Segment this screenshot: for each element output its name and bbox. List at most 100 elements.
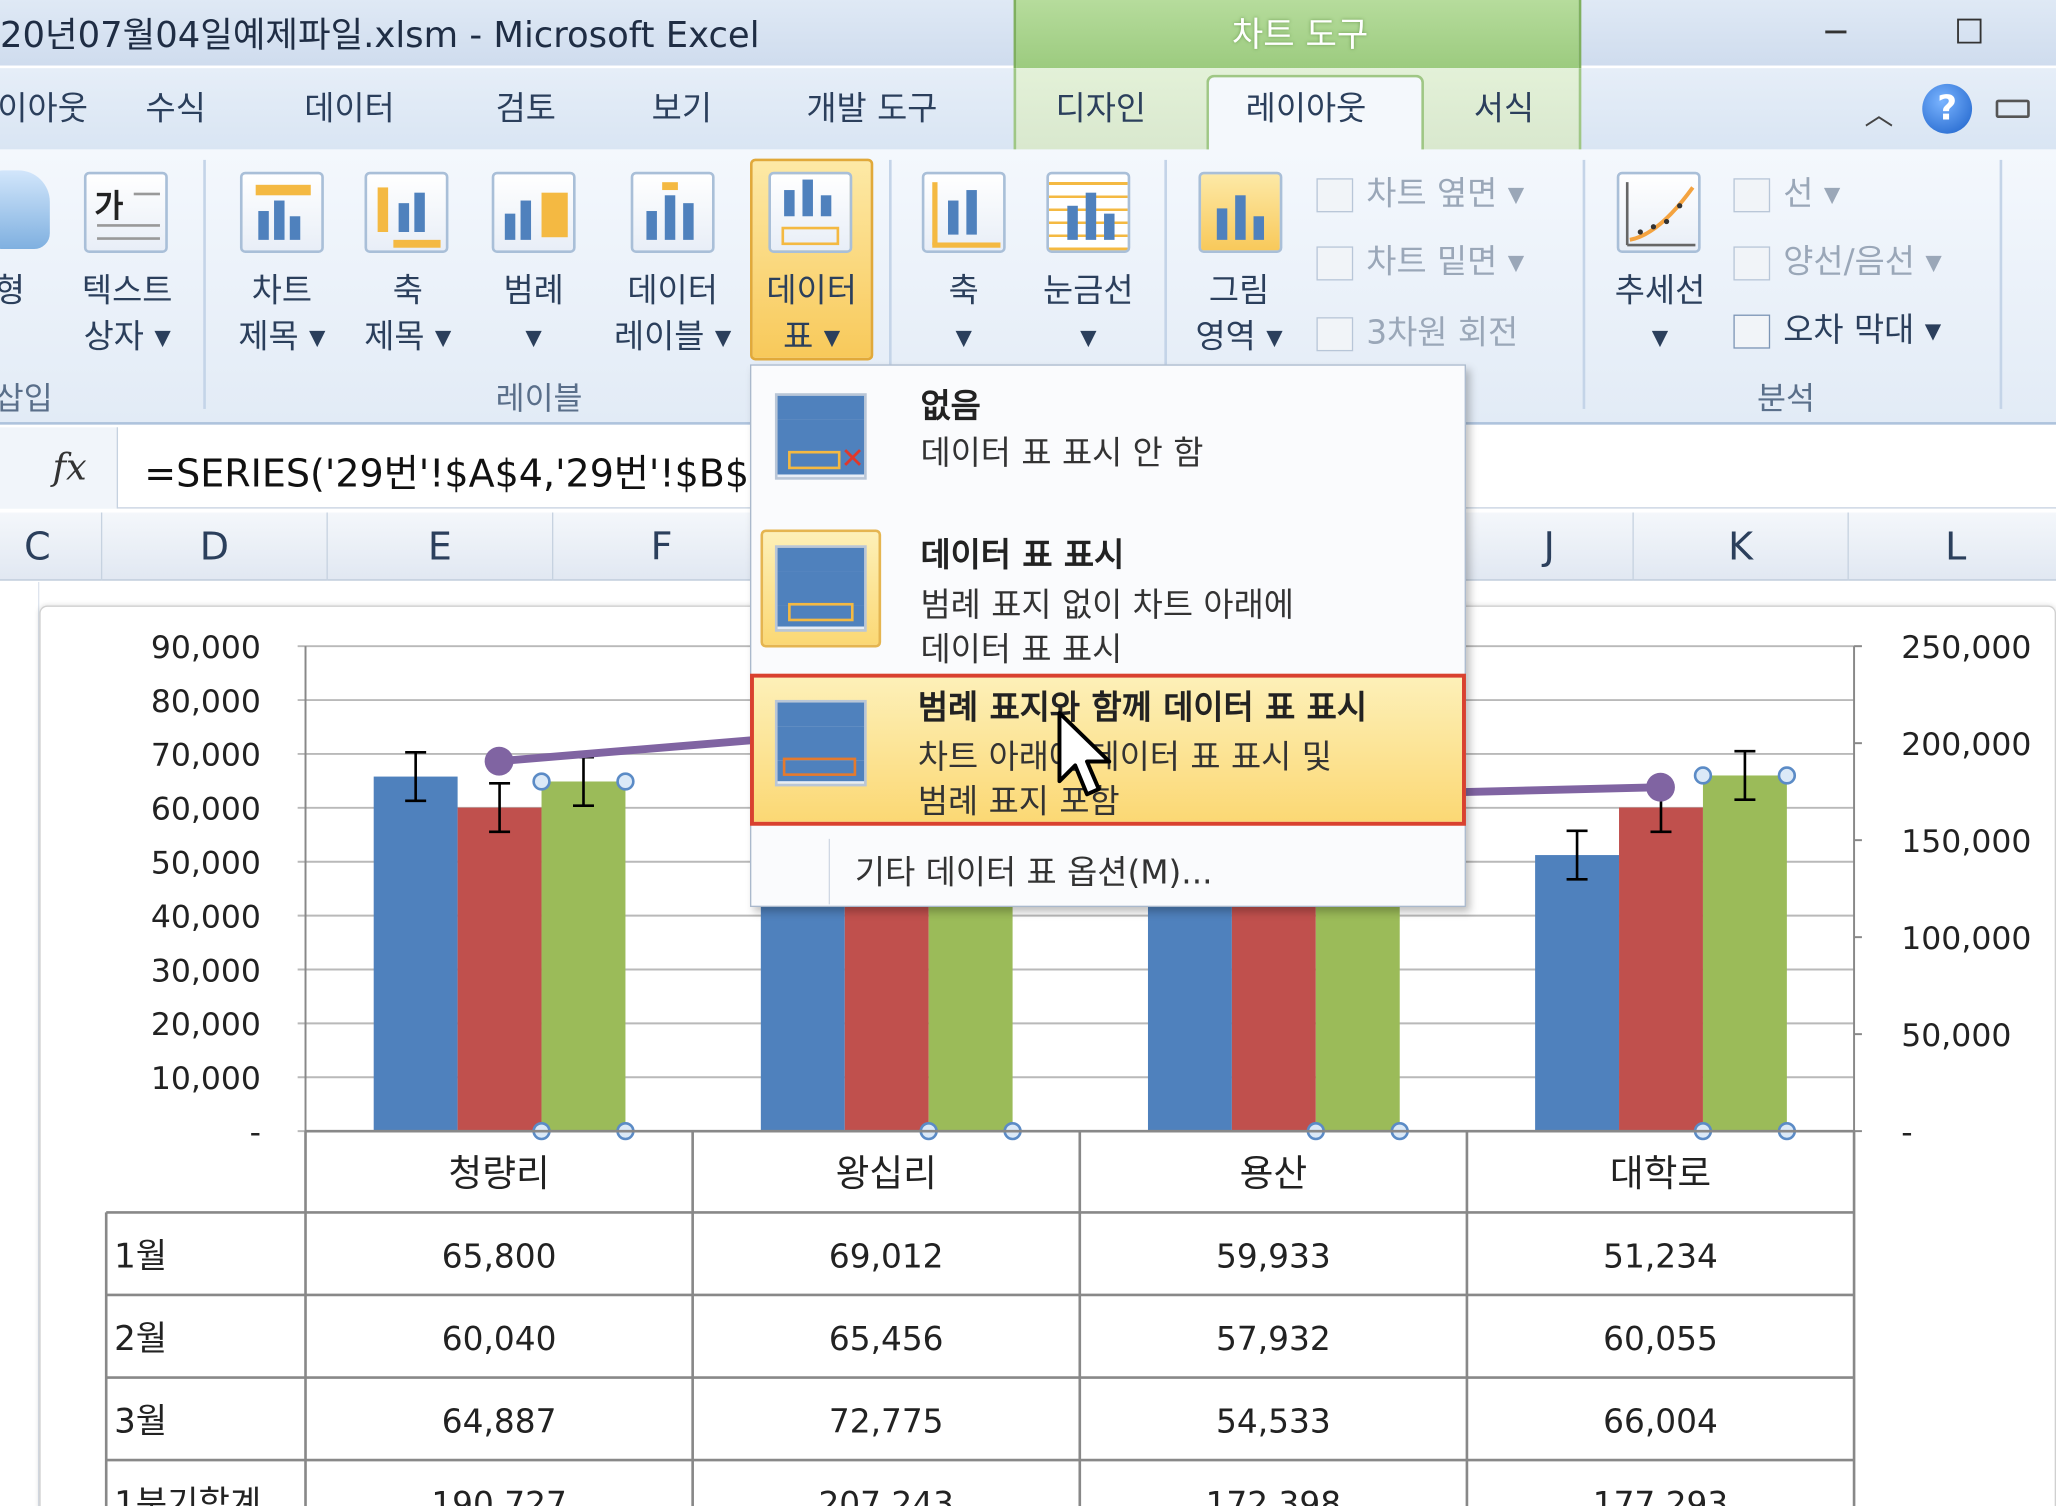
tab-view[interactable]: 보기: [652, 83, 712, 130]
error-bars-button[interactable]: 오차 막대 ▾: [1733, 304, 1941, 351]
more-data-table-options[interactable]: 기타 데이터 표 옵션(M)...: [855, 847, 1213, 894]
textbox-label-2[interactable]: 상자 ▾: [73, 315, 181, 360]
table-cell: 69,012: [829, 1237, 944, 1275]
icon-bar: [377, 187, 389, 232]
lines-label: 선 ▾: [1783, 174, 1841, 213]
column-header-d[interactable]: D: [102, 512, 328, 581]
line-marker[interactable]: [484, 746, 514, 776]
column-header-j[interactable]: J: [1466, 512, 1634, 581]
legend-icon[interactable]: [491, 171, 576, 253]
plot-area-label-1[interactable]: 그림: [1180, 269, 1298, 314]
table-cell: 72,775: [829, 1403, 944, 1441]
tab-page-layout[interactable]: 이아웃: [0, 83, 88, 130]
tab-formulas[interactable]: 수식: [146, 83, 206, 130]
selection-handle[interactable]: [532, 772, 551, 791]
shape-icon[interactable]: [0, 170, 50, 250]
icon-bar: [504, 213, 516, 240]
gridlines-label-1[interactable]: 눈금선: [1023, 269, 1154, 314]
tab-developer[interactable]: 개발 도구: [806, 83, 937, 130]
data-labels-label-1[interactable]: 데이터: [601, 269, 745, 314]
legend-label-1[interactable]: 범례: [475, 269, 593, 314]
legend-label-2[interactable]: ▾: [475, 315, 593, 360]
icon-bar: [777, 547, 865, 572]
gridlines-label-2[interactable]: ▾: [1023, 315, 1154, 360]
option-show-desc-1[interactable]: 범례 표지 없이 차트 아래에: [920, 579, 1293, 626]
help-icon[interactable]: ?: [1922, 83, 1973, 134]
selection-handle[interactable]: [1693, 766, 1713, 785]
textbox-icon-glyph: 가: [94, 187, 124, 225]
tab-format[interactable]: 서식: [1474, 83, 1534, 130]
data-labels-label-2[interactable]: 레이블 ▾: [601, 315, 745, 360]
formula-text[interactable]: =SERIES('29번'!$A$4,'29번'!$B$: [144, 443, 749, 498]
axes-label-1[interactable]: 축: [905, 269, 1023, 314]
table-row-label: 3월: [114, 1402, 167, 1442]
chart-title-icon[interactable]: [239, 171, 324, 253]
y2-tick-label: 200,000: [1901, 727, 2031, 763]
error-bars-icon: [1733, 314, 1771, 349]
option-show-with-legend-desc-1[interactable]: 차트 아래에 데이터 표 표시 및: [918, 731, 1332, 778]
bar-1[interactable]: [373, 776, 458, 1132]
column-header-k[interactable]: K: [1634, 512, 1849, 581]
trendline-icon[interactable]: [1616, 171, 1701, 253]
collapse-ribbon-icon[interactable]: ︿: [1865, 92, 1894, 134]
updown-bars-button: 양선/음선 ▾: [1733, 236, 1942, 283]
y-tick-label: 20,000: [151, 1007, 261, 1043]
chart-floor-label: 차트 밑면 ▾: [1366, 242, 1525, 281]
plot-area-label-2[interactable]: 영역 ▾: [1180, 315, 1298, 360]
option-none-desc[interactable]: 데이터 표 표시 안 함: [920, 427, 1203, 474]
column-header-f[interactable]: F: [553, 512, 771, 581]
textbox-icon[interactable]: 가: [83, 171, 168, 253]
option-show-with-legend-title[interactable]: 범례 표지와 함께 데이터 표 표시: [918, 682, 1367, 729]
line-marker[interactable]: [1646, 772, 1675, 802]
bar-2[interactable]: [457, 807, 542, 1132]
selection-handle[interactable]: [616, 772, 635, 791]
y-tick-label: 50,000: [151, 846, 261, 882]
icon-bar: [664, 195, 676, 240]
trendline-label-2[interactable]: ▾: [1594, 315, 1725, 360]
column-header-c[interactable]: C: [0, 512, 103, 581]
bar-3[interactable]: [1702, 775, 1787, 1132]
shape-button-label[interactable]: 형: [0, 269, 25, 314]
data-labels-icon[interactable]: [630, 171, 715, 253]
tab-layout[interactable]: 레이아웃: [1246, 83, 1367, 130]
textbox-icon-line: [133, 192, 160, 196]
data-table-label-2[interactable]: 표 ▾: [750, 315, 873, 360]
category-label: 청량리: [448, 1152, 549, 1195]
bar-2[interactable]: [1619, 807, 1703, 1132]
column-header-l[interactable]: L: [1849, 512, 2056, 580]
icon-bar: [1253, 216, 1265, 240]
error-bars-label[interactable]: 오차 막대 ▾: [1783, 311, 1941, 349]
tab-data[interactable]: 데이터: [304, 83, 394, 130]
data-table-icon[interactable]: [768, 171, 853, 253]
table-cell: 60,055: [1603, 1320, 1718, 1358]
data-table-label-1[interactable]: 데이터: [750, 269, 873, 314]
plot-area-icon[interactable]: [1198, 171, 1283, 253]
bar-3[interactable]: [541, 781, 626, 1132]
bar-1[interactable]: [1535, 855, 1620, 1132]
show-data-table-icon: [774, 545, 867, 632]
tab-review[interactable]: 검토: [496, 83, 556, 130]
selection-handle[interactable]: [1777, 766, 1797, 785]
trendline-icon-graphic: [1625, 182, 1696, 247]
gridlines-icon[interactable]: [1046, 171, 1131, 253]
column-header-e[interactable]: E: [328, 512, 554, 581]
tab-design[interactable]: 디자인: [1056, 83, 1146, 130]
axis-title-icon[interactable]: [364, 171, 449, 253]
minimize-button[interactable]: ─: [1807, 10, 1865, 55]
option-show-desc-2[interactable]: 데이터 표 표시: [920, 624, 1122, 671]
chart-title-label-2[interactable]: 제목 ▾: [223, 315, 341, 360]
maximize-button[interactable]: ☐: [1941, 10, 1999, 55]
axes-icon[interactable]: [921, 171, 1006, 253]
window-restore-icon[interactable]: [1995, 99, 2030, 118]
analysis-group-label: 분석: [1757, 380, 1815, 417]
axis-title-label-2[interactable]: 제목 ▾: [349, 315, 467, 360]
option-show-title[interactable]: 데이터 표 표시: [920, 530, 1124, 577]
textbox-label-1[interactable]: 텍스트: [73, 269, 181, 314]
option-none-title[interactable]: 없음: [920, 380, 980, 427]
axis-title-label-1[interactable]: 축: [349, 269, 467, 314]
chart-title-label-1[interactable]: 차트: [223, 269, 341, 314]
trendline-label-1[interactable]: 추세선: [1594, 269, 1725, 314]
insert-function-icon[interactable]: fx: [52, 446, 86, 489]
axes-label-2[interactable]: ▾: [905, 315, 1023, 360]
icon-bar: [398, 203, 410, 232]
